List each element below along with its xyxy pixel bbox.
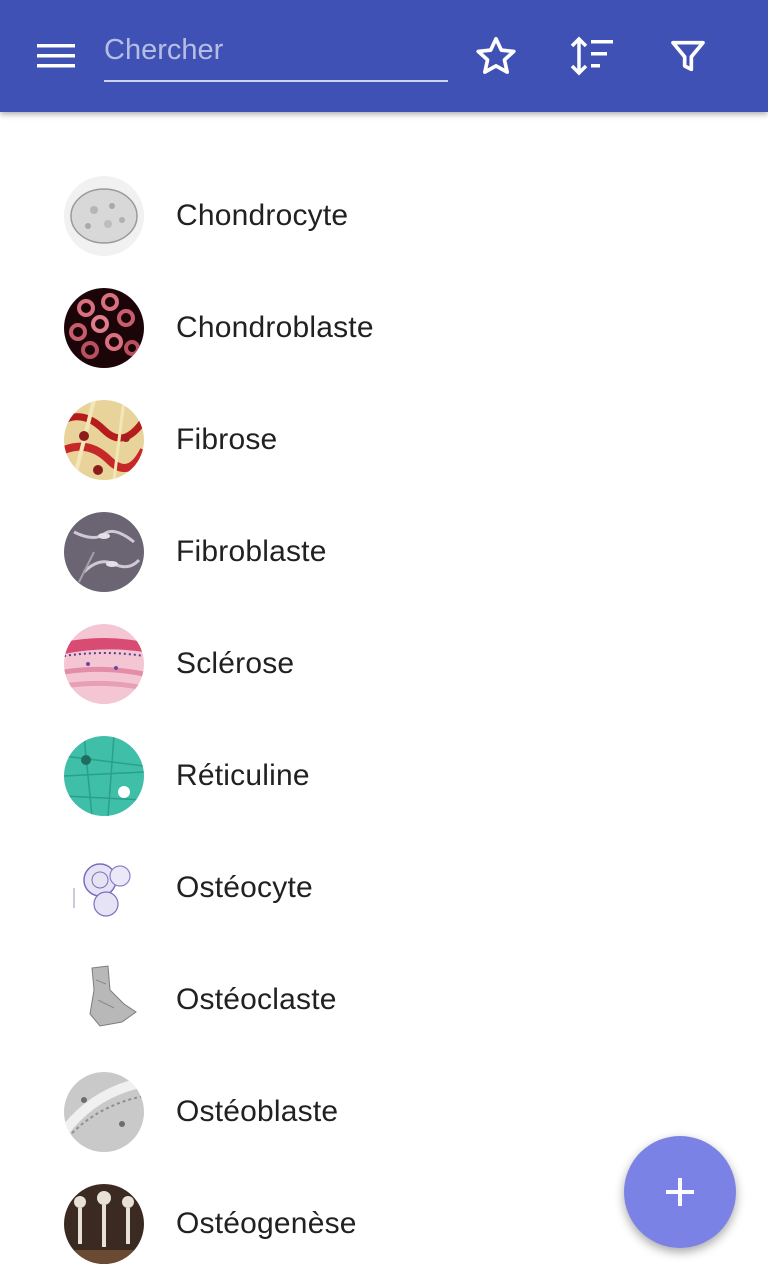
- add-button[interactable]: [624, 1136, 736, 1248]
- item-label: Réticuline: [176, 759, 310, 792]
- item-label: Fibrose: [176, 423, 278, 456]
- list-item[interactable]: Fibroblaste: [0, 496, 768, 608]
- menu-button[interactable]: [30, 36, 82, 76]
- list-item[interactable]: Ostéoclaste: [0, 944, 768, 1056]
- thumbnail-reticuline: [64, 736, 144, 816]
- list-item[interactable]: Sclérose: [0, 608, 768, 720]
- thumbnail-sclerose: [64, 624, 144, 704]
- sort-icon: [570, 36, 613, 76]
- item-label: Ostéoblaste: [176, 1095, 339, 1128]
- thumbnail-osteoclaste: [64, 960, 144, 1040]
- list-item[interactable]: Réticuline: [0, 720, 768, 832]
- list-item[interactable]: Fibrose: [0, 384, 768, 496]
- hamburger-menu-icon: [37, 44, 75, 68]
- thumbnail-osteoblaste: [64, 1072, 144, 1152]
- favorites-button[interactable]: [468, 28, 524, 84]
- list-item[interactable]: Chondroblaste: [0, 272, 768, 384]
- thumbnail-osteocyte: [64, 848, 144, 928]
- item-label: Fibroblaste: [176, 535, 327, 568]
- item-label: Sclérose: [176, 647, 295, 680]
- item-label: Ostéoclaste: [176, 983, 337, 1016]
- thumbnail-fibrose: [64, 400, 144, 480]
- item-list: Chondrocyte Chondroblaste Fibrose Fibrob…: [0, 160, 768, 1280]
- list-item[interactable]: Chondrocyte: [0, 160, 768, 272]
- search-field: [104, 22, 448, 82]
- search-input[interactable]: [104, 28, 448, 72]
- thumbnail-chondroblaste: [64, 288, 144, 368]
- star-outline-icon: [476, 36, 516, 74]
- sort-button[interactable]: [564, 28, 620, 84]
- item-label: Chondroblaste: [176, 311, 374, 344]
- thumbnail-fibroblaste: [64, 512, 144, 592]
- thumbnail-osteogenese: [64, 1184, 144, 1264]
- item-label: Chondrocyte: [176, 199, 349, 232]
- plus-icon: [666, 1178, 694, 1206]
- list-item[interactable]: Ostéocyte: [0, 832, 768, 944]
- filter-icon: [671, 40, 705, 72]
- item-label: Ostéocyte: [176, 871, 313, 904]
- app-bar: [0, 0, 768, 112]
- item-label: Ostéogenèse: [176, 1207, 357, 1240]
- filter-button[interactable]: [660, 28, 716, 84]
- thumbnail-chondrocyte: [64, 176, 144, 256]
